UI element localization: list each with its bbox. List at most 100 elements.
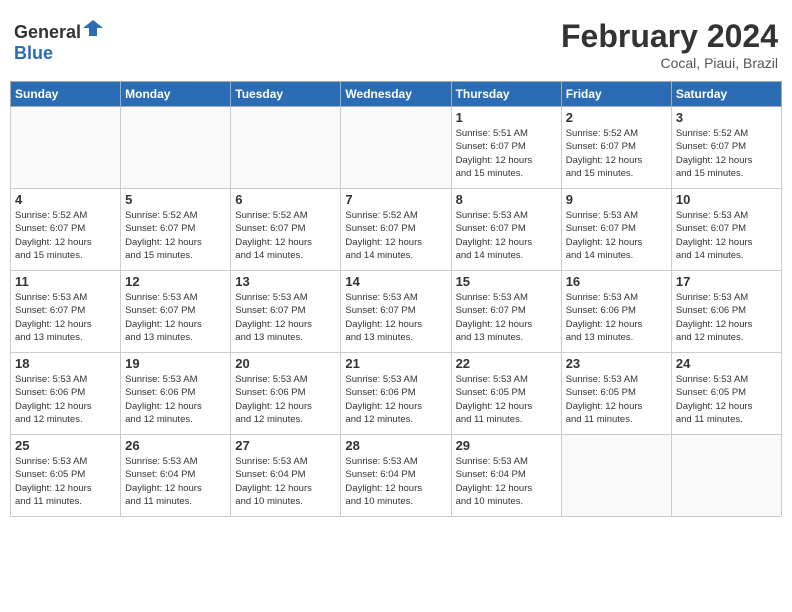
day-info: Sunrise: 5:52 AM Sunset: 6:07 PM Dayligh… xyxy=(235,209,336,262)
day-info: Sunrise: 5:53 AM Sunset: 6:04 PM Dayligh… xyxy=(345,455,446,508)
calendar-cell: 17Sunrise: 5:53 AM Sunset: 6:06 PM Dayli… xyxy=(671,271,781,353)
calendar-cell: 3Sunrise: 5:52 AM Sunset: 6:07 PM Daylig… xyxy=(671,107,781,189)
day-number: 26 xyxy=(125,438,226,453)
page-header: General Blue February 2024 Cocal, Piaui,… xyxy=(10,10,782,75)
calendar-cell: 11 Sunrise: 5:53 AM Sunset: 6:07 PM Dayli… xyxy=(11,271,121,353)
day-info: Sunrise: 5:53 AM Sunset: 6:07 PM Dayligh… xyxy=(566,209,667,262)
day-info: Sunrise: 5:53 AM Sunset: 6:07 PM Dayligh… xyxy=(345,291,446,344)
calendar-cell: 25Sunrise: 5:53 AM Sunset: 6:05 PM Dayli… xyxy=(11,435,121,517)
day-number: 12 xyxy=(125,274,226,289)
day-number: 10 xyxy=(676,192,777,207)
day-number: 19 xyxy=(125,356,226,371)
calendar-week-row: 18 Sunrise: 5:53 AM Sunset: 6:06 PM Dayli… xyxy=(11,353,782,435)
calendar-cell xyxy=(341,107,451,189)
day-info: Sunrise: 5:53 AM Sunset: 6:07 PM Dayligh… xyxy=(15,291,116,344)
calendar-week-row: 11 Sunrise: 5:53 AM Sunset: 6:07 PM Dayli… xyxy=(11,271,782,353)
day-header-friday: Friday xyxy=(561,82,671,107)
calendar-cell xyxy=(231,107,341,189)
day-number: 9 xyxy=(566,192,667,207)
title-block: February 2024 Cocal, Piaui, Brazil xyxy=(561,18,778,71)
day-info: Sunrise: 5:53 AM Sunset: 6:04 PM Dayligh… xyxy=(456,455,557,508)
day-info: Sunrise: 5:52 AM Sunset: 6:07 PM Dayligh… xyxy=(345,209,446,262)
calendar-cell: 20 Sunrise: 5:53 AM Sunset: 6:06 PM Dayli… xyxy=(231,353,341,435)
calendar-cell: 16 Sunrise: 5:53 AM Sunset: 6:06 PM Dayli… xyxy=(561,271,671,353)
calendar-cell: 1Sunrise: 5:51 AM Sunset: 6:07 PM Daylig… xyxy=(451,107,561,189)
calendar-cell: 22Sunrise: 5:53 AM Sunset: 6:05 PM Dayli… xyxy=(451,353,561,435)
calendar-cell: 29 Sunrise: 5:53 AM Sunset: 6:04 PM Dayli… xyxy=(451,435,561,517)
calendar-cell: 6 Sunrise: 5:52 AM Sunset: 6:07 PM Daylig… xyxy=(231,189,341,271)
day-number: 14 xyxy=(345,274,446,289)
day-number: 6 xyxy=(235,192,336,207)
day-info: Sunrise: 5:53 AM Sunset: 6:06 PM Dayligh… xyxy=(235,373,336,426)
day-header-sunday: Sunday xyxy=(11,82,121,107)
day-number: 24 xyxy=(676,356,777,371)
logo-general: General xyxy=(14,22,81,42)
calendar-week-row: 4 Sunrise: 5:52 AM Sunset: 6:07 PM Daylig… xyxy=(11,189,782,271)
day-info: Sunrise: 5:53 AM Sunset: 6:05 PM Dayligh… xyxy=(566,373,667,426)
day-number: 21 xyxy=(345,356,446,371)
calendar-cell: 13 Sunrise: 5:53 AM Sunset: 6:07 PM Dayli… xyxy=(231,271,341,353)
calendar-cell: 12 Sunrise: 5:53 AM Sunset: 6:07 PM Dayli… xyxy=(121,271,231,353)
day-info: Sunrise: 5:53 AM Sunset: 6:05 PM Dayligh… xyxy=(676,373,777,426)
calendar-cell xyxy=(561,435,671,517)
day-number: 15 xyxy=(456,274,557,289)
day-info: Sunrise: 5:53 AM Sunset: 6:04 PM Dayligh… xyxy=(235,455,336,508)
location-subtitle: Cocal, Piaui, Brazil xyxy=(561,55,778,71)
logo-text: General Blue xyxy=(14,18,103,64)
day-number: 28 xyxy=(345,438,446,453)
calendar-cell: 27 Sunrise: 5:53 AM Sunset: 6:04 PM Dayli… xyxy=(231,435,341,517)
day-info: Sunrise: 5:53 AM Sunset: 6:07 PM Dayligh… xyxy=(235,291,336,344)
day-info: Sunrise: 5:53 AM Sunset: 6:07 PM Dayligh… xyxy=(456,209,557,262)
logo-blue: Blue xyxy=(14,43,53,63)
day-number: 29 xyxy=(456,438,557,453)
day-info: Sunrise: 5:52 AM Sunset: 6:07 PM Dayligh… xyxy=(566,127,667,180)
month-year-title: February 2024 xyxy=(561,18,778,55)
calendar-cell xyxy=(671,435,781,517)
day-info: Sunrise: 5:53 AM Sunset: 6:06 PM Dayligh… xyxy=(125,373,226,426)
day-number: 7 xyxy=(345,192,446,207)
calendar-cell: 4 Sunrise: 5:52 AM Sunset: 6:07 PM Daylig… xyxy=(11,189,121,271)
day-info: Sunrise: 5:53 AM Sunset: 6:06 PM Dayligh… xyxy=(345,373,446,426)
day-number: 20 xyxy=(235,356,336,371)
calendar-table: SundayMondayTuesdayWednesdayThursdayFrid… xyxy=(10,81,782,517)
day-info: Sunrise: 5:53 AM Sunset: 6:05 PM Dayligh… xyxy=(15,455,116,508)
calendar-cell: 7 Sunrise: 5:52 AM Sunset: 6:07 PM Daylig… xyxy=(341,189,451,271)
calendar-cell: 8Sunrise: 5:53 AM Sunset: 6:07 PM Daylig… xyxy=(451,189,561,271)
day-number: 2 xyxy=(566,110,667,125)
day-header-wednesday: Wednesday xyxy=(341,82,451,107)
logo: General Blue xyxy=(14,18,103,64)
day-info: Sunrise: 5:52 AM Sunset: 6:07 PM Dayligh… xyxy=(15,209,116,262)
day-number: 23 xyxy=(566,356,667,371)
calendar-cell xyxy=(11,107,121,189)
calendar-cell: 23 Sunrise: 5:53 AM Sunset: 6:05 PM Dayli… xyxy=(561,353,671,435)
day-info: Sunrise: 5:53 AM Sunset: 6:07 PM Dayligh… xyxy=(125,291,226,344)
calendar-cell: 18 Sunrise: 5:53 AM Sunset: 6:06 PM Dayli… xyxy=(11,353,121,435)
calendar-cell: 10Sunrise: 5:53 AM Sunset: 6:07 PM Dayli… xyxy=(671,189,781,271)
day-number: 13 xyxy=(235,274,336,289)
day-number: 11 xyxy=(15,274,116,289)
calendar-cell: 5 Sunrise: 5:52 AM Sunset: 6:07 PM Daylig… xyxy=(121,189,231,271)
calendar-header-row: SundayMondayTuesdayWednesdayThursdayFrid… xyxy=(11,82,782,107)
day-number: 18 xyxy=(15,356,116,371)
day-number: 22 xyxy=(456,356,557,371)
day-number: 3 xyxy=(676,110,777,125)
logo-bird-icon xyxy=(83,18,103,38)
day-header-tuesday: Tuesday xyxy=(231,82,341,107)
day-number: 27 xyxy=(235,438,336,453)
day-header-saturday: Saturday xyxy=(671,82,781,107)
calendar-cell: 28 Sunrise: 5:53 AM Sunset: 6:04 PM Dayli… xyxy=(341,435,451,517)
day-number: 4 xyxy=(15,192,116,207)
calendar-week-row: 1Sunrise: 5:51 AM Sunset: 6:07 PM Daylig… xyxy=(11,107,782,189)
day-info: Sunrise: 5:53 AM Sunset: 6:06 PM Dayligh… xyxy=(15,373,116,426)
calendar-cell: 9 Sunrise: 5:53 AM Sunset: 6:07 PM Daylig… xyxy=(561,189,671,271)
day-number: 17 xyxy=(676,274,777,289)
day-number: 16 xyxy=(566,274,667,289)
day-number: 1 xyxy=(456,110,557,125)
day-header-monday: Monday xyxy=(121,82,231,107)
calendar-cell: 21 Sunrise: 5:53 AM Sunset: 6:06 PM Dayli… xyxy=(341,353,451,435)
calendar-cell: 24 Sunrise: 5:53 AM Sunset: 6:05 PM Dayli… xyxy=(671,353,781,435)
day-info: Sunrise: 5:53 AM Sunset: 6:06 PM Dayligh… xyxy=(566,291,667,344)
day-number: 5 xyxy=(125,192,226,207)
calendar-week-row: 25Sunrise: 5:53 AM Sunset: 6:05 PM Dayli… xyxy=(11,435,782,517)
day-info: Sunrise: 5:52 AM Sunset: 6:07 PM Dayligh… xyxy=(125,209,226,262)
